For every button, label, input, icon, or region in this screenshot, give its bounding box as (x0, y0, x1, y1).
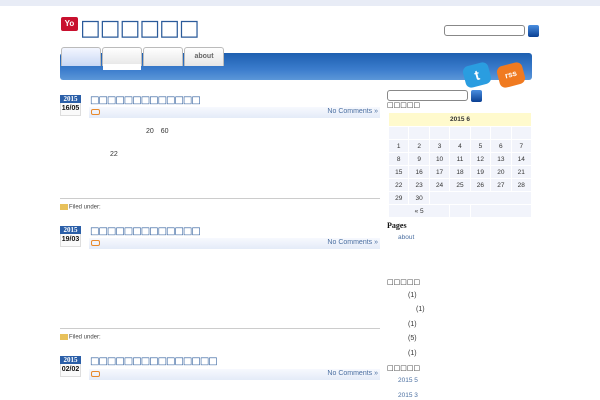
post-meta: No Comments » (89, 238, 380, 249)
calendar-day: 5 (470, 140, 491, 152)
weekday-header (511, 127, 531, 139)
divider (60, 328, 380, 329)
calendar-heading: □□□□□ (387, 101, 421, 109)
post-day: 02/02 (60, 364, 81, 377)
calendar-day: 22 (389, 179, 409, 191)
calendar-day: 1 (389, 140, 409, 152)
calendar-day: 13 (491, 153, 511, 165)
tab-dropdown[interactable] (103, 64, 141, 70)
archive-link[interactable]: 2015 5 (398, 377, 418, 384)
weekday-header (429, 127, 450, 139)
header-search-input[interactable] (444, 25, 525, 36)
post-title[interactable]: □□□□□□□□□□□□□□□ (90, 356, 218, 367)
calendar-pad (429, 192, 531, 204)
archive-link[interactable]: 2015 3 (398, 392, 418, 399)
tab-home[interactable] (61, 47, 101, 66)
filed-under-label: Filed under: (69, 334, 101, 341)
logo-icon[interactable]: Yo (61, 17, 78, 31)
post-title[interactable]: □□□□□□□□□□□□□ (90, 226, 201, 237)
calendar-prev-link[interactable]: « 5 (389, 205, 450, 217)
post-year: 2015 (60, 226, 81, 234)
sidebar-search-button[interactable] (471, 90, 482, 102)
calendar-day: 4 (450, 140, 470, 152)
calendar-day: 3 (429, 140, 450, 152)
comments-link[interactable]: No Comments » (327, 108, 378, 115)
calendar-day: 29 (389, 192, 409, 204)
calendar-day: 10 (429, 153, 450, 165)
folder-icon (60, 334, 68, 340)
header-search-button[interactable] (528, 25, 539, 37)
comments-link[interactable]: No Comments » (327, 370, 378, 377)
calendar-day: 17 (429, 166, 450, 178)
calendar-caption: 2015 6 (389, 113, 531, 126)
tag-icon (91, 240, 100, 246)
filed-under: Filed under: (60, 334, 101, 341)
page-link-about[interactable]: about (398, 234, 414, 241)
calendar-day: 27 (491, 179, 511, 191)
calendar-day: 21 (511, 166, 531, 178)
category-count[interactable]: (1) (408, 292, 417, 299)
post-text: 20 60 (146, 128, 169, 135)
calendar-day: 6 (491, 140, 511, 152)
filed-under-label: Filed under: (69, 204, 101, 211)
tab-about[interactable]: about (184, 47, 224, 66)
weekday-header (450, 127, 470, 139)
calendar-day: 25 (450, 179, 470, 191)
top-band (0, 0, 600, 6)
weekday-header (389, 127, 409, 139)
weekday-header (470, 127, 491, 139)
divider (60, 198, 380, 199)
category-count[interactable]: (1) (416, 306, 425, 313)
filed-under: Filed under: (60, 204, 101, 211)
calendar-day: 14 (511, 153, 531, 165)
post-day: 19/03 (60, 234, 81, 247)
weekday-header (491, 127, 511, 139)
tag-icon (91, 109, 100, 115)
tab-3[interactable] (143, 47, 183, 66)
post-year: 2015 (60, 356, 81, 364)
site-title[interactable]: □□□□□□ (80, 16, 200, 41)
sidebar-search-input[interactable] (387, 90, 468, 101)
category-count[interactable]: (5) (408, 335, 417, 342)
category-count[interactable]: (1) (408, 350, 417, 357)
calendar-day: 8 (389, 153, 409, 165)
tag-icon (91, 371, 100, 377)
calendar-day: 9 (409, 153, 429, 165)
calendar-day: 16 (409, 166, 429, 178)
categories-heading: □□□□□ (387, 278, 421, 286)
folder-icon (60, 204, 68, 210)
calendar-day: 26 (470, 179, 491, 191)
archives-heading: □□□□□ (387, 364, 421, 372)
calendar-day: 2 (409, 140, 429, 152)
post-meta: No Comments » (89, 107, 380, 118)
weekday-header (409, 127, 429, 139)
comments-link[interactable]: No Comments » (327, 239, 378, 246)
calendar-pad (450, 205, 470, 217)
post-year: 2015 (60, 95, 81, 103)
calendar-day: 20 (491, 166, 511, 178)
calendar-day: 19 (470, 166, 491, 178)
pages-heading: Pages (387, 221, 407, 230)
calendar-day: 12 (470, 153, 491, 165)
calendar-day: 23 (409, 179, 429, 191)
calendar: 2015 6 1 2 3 4 5 6 7 8 9 10 11 12 13 14 15 16 17 18 19 20 21… (388, 112, 532, 218)
post-meta: No Comments » (89, 369, 380, 380)
calendar-day: 11 (450, 153, 470, 165)
calendar-day: 28 (511, 179, 531, 191)
post-title[interactable]: □□□□□□□□□□□□□ (90, 95, 201, 106)
calendar-day: 15 (389, 166, 409, 178)
post-day: 16/05 (60, 103, 81, 116)
calendar-day: 30 (409, 192, 429, 204)
calendar-next (470, 205, 531, 217)
category-count[interactable]: (1) (408, 321, 417, 328)
calendar-day: 24 (429, 179, 450, 191)
post-text: 22 (110, 151, 118, 158)
calendar-day: 7 (511, 140, 531, 152)
calendar-day: 18 (450, 166, 470, 178)
